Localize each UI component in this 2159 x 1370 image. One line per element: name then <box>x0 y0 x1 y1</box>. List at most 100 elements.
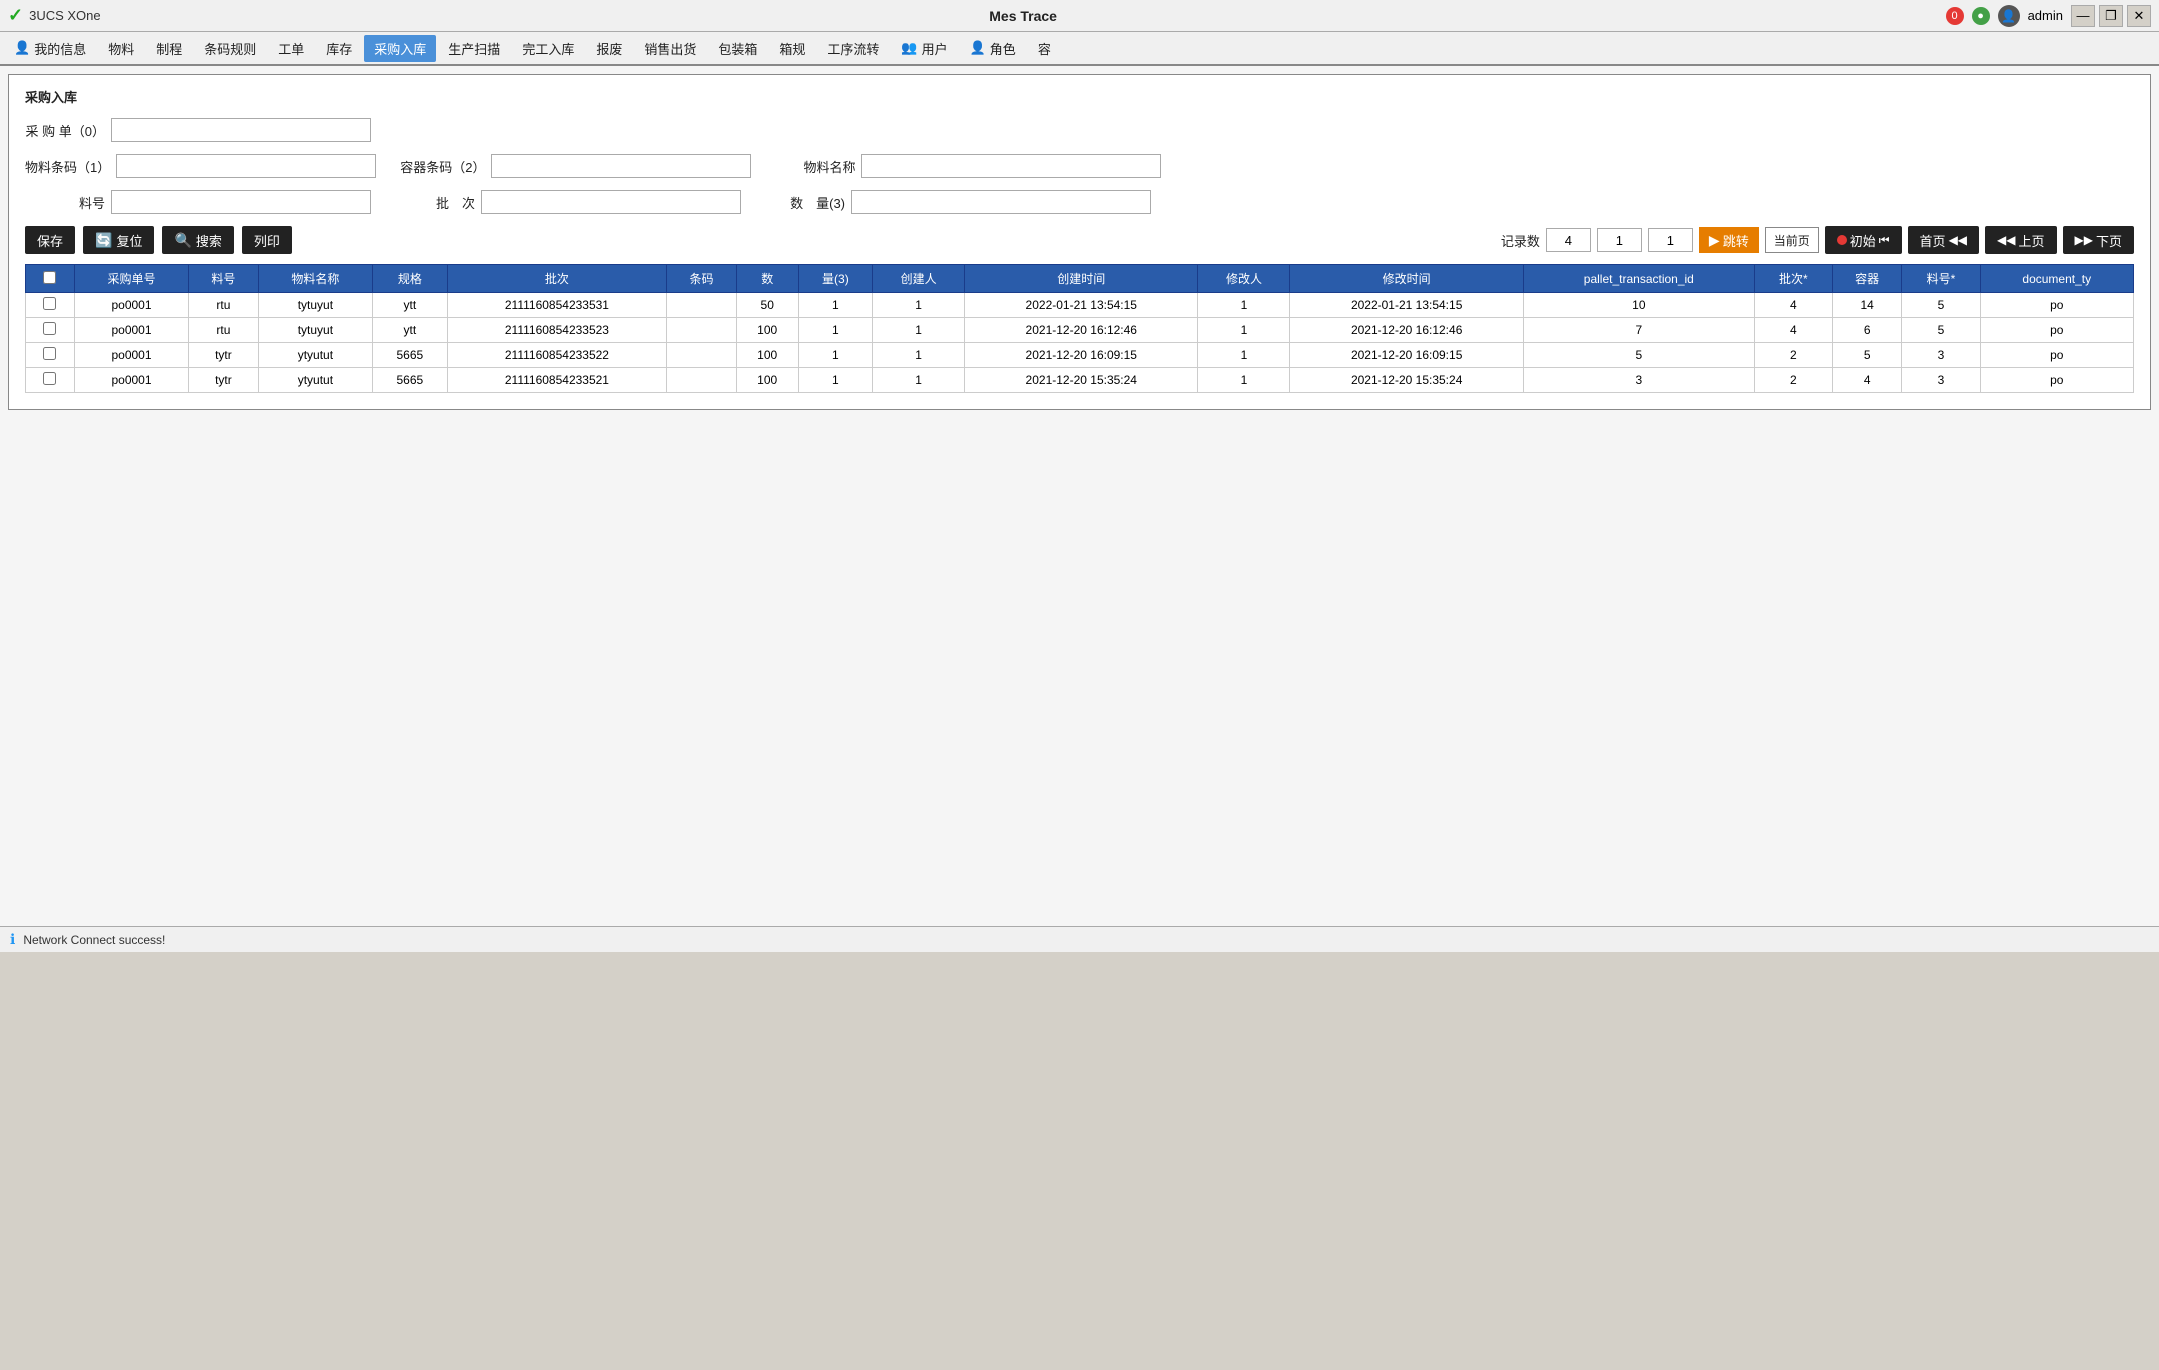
menu-item-user[interactable]: 👥 用户 <box>891 35 957 62</box>
toolbar: 保存 🔄 复位 🔍 搜索 列印 记录数 ▶ 跳转 当前页 <box>25 226 2134 254</box>
menu-item-purchase-in-label: 采购入库 <box>374 39 426 58</box>
titlebar-right: 0 ● 👤 admin — ❐ ✕ <box>1946 5 2151 27</box>
col-material-name: 物料名称 <box>258 265 372 293</box>
cell-qty3: 1 <box>798 368 872 393</box>
material-barcode-label: 物料条码（1） <box>25 157 110 176</box>
jump-button[interactable]: ▶ 跳转 <box>1699 227 1759 253</box>
menu-item-defect[interactable]: 报废 <box>586 35 632 62</box>
col-barcode: 条码 <box>667 265 736 293</box>
row-checkbox-2[interactable] <box>43 347 56 360</box>
notification-badge[interactable]: 0 <box>1946 7 1964 25</box>
prev-page-icon: ◀◀ <box>1997 233 2015 247</box>
window-restore-button[interactable]: ❐ <box>2099 5 2123 27</box>
prev-page-button[interactable]: ◀◀ 上页 <box>1985 226 2056 254</box>
menu-item-sales-out[interactable]: 销售出货 <box>634 35 706 62</box>
po-label: 采 购 单（0） <box>25 121 105 140</box>
cell-container: 5 <box>1832 343 1901 368</box>
menu-item-inventory[interactable]: 库存 <box>316 35 362 62</box>
material-barcode-input[interactable] <box>116 154 376 178</box>
menu-item-box-rules-label: 箱规 <box>779 39 805 58</box>
row-checkbox-0[interactable] <box>43 297 56 310</box>
cell-barcode <box>667 343 736 368</box>
menu-item-package-box-label: 包装箱 <box>718 39 757 58</box>
save-button[interactable]: 保存 <box>25 226 75 254</box>
menu-item-box-rules[interactable]: 箱规 <box>769 35 815 62</box>
cell-material-name: ytyutut <box>258 368 372 393</box>
menu-item-barcode-rules[interactable]: 条码规则 <box>194 35 266 62</box>
cell-modify-time: 2021-12-20 16:09:15 <box>1290 343 1523 368</box>
row-checkbox-1[interactable] <box>43 322 56 335</box>
cell-check[interactable] <box>26 293 75 318</box>
batch-field: 批 次 <box>395 190 741 214</box>
start-button[interactable]: 初始 ⏮ <box>1825 226 1902 254</box>
cell-item-no-star: 3 <box>1902 343 1980 368</box>
window-close-button[interactable]: ✕ <box>2127 5 2151 27</box>
cell-spec: 5665 <box>373 343 447 368</box>
status-icon: ℹ <box>10 931 15 948</box>
menu-item-purchase-in[interactable]: 采购入库 <box>364 35 436 62</box>
first-page-button[interactable]: 首页 ◀◀ <box>1908 226 1979 254</box>
menu-item-process[interactable]: 制程 <box>146 35 192 62</box>
menu-item-package-box[interactable]: 包装箱 <box>708 35 767 62</box>
cell-batch: 2111160854233523 <box>447 318 667 343</box>
menu-item-workorder[interactable]: 工单 <box>268 35 314 62</box>
quantity-input[interactable] <box>851 190 1151 214</box>
cell-check[interactable] <box>26 318 75 343</box>
search-button[interactable]: 🔍 搜索 <box>162 226 233 254</box>
cell-item-no: rtu <box>189 318 258 343</box>
reset-icon: 🔄 <box>95 232 112 249</box>
menu-item-more[interactable]: 容 <box>1028 35 1061 62</box>
myinfo-icon: 👤 <box>14 40 30 56</box>
menu-item-myinfo[interactable]: 👤 我的信息 <box>4 35 96 62</box>
cell-document-type: po <box>1980 343 2133 368</box>
cell-pallet-transaction-id: 5 <box>1523 343 1754 368</box>
menu-item-production-scan[interactable]: 生产扫描 <box>438 35 510 62</box>
container-barcode-input[interactable] <box>491 154 751 178</box>
table-body: po0001 rtu tytuyut ytt 2111160854233531 … <box>26 293 2134 393</box>
current-page-button[interactable]: 当前页 <box>1765 227 1819 253</box>
menu-item-finish-in[interactable]: 完工入库 <box>512 35 584 62</box>
reset-button[interactable]: 🔄 复位 <box>83 226 154 254</box>
cell-qty: 100 <box>736 343 798 368</box>
window-minimize-button[interactable]: — <box>2071 5 2095 27</box>
window-controls: — ❐ ✕ <box>2071 5 2151 27</box>
cell-create-time: 2021-12-20 16:12:46 <box>965 318 1198 343</box>
item-no-input[interactable] <box>111 190 371 214</box>
select-all-checkbox[interactable] <box>43 271 56 284</box>
col-item-no-star: 料号* <box>1902 265 1980 293</box>
batch-input[interactable] <box>481 190 741 214</box>
menu-item-role[interactable]: 👤 角色 <box>960 35 1026 62</box>
table-header-row: 采购单号 料号 物料名称 规格 批次 条码 数 量(3) 创建人 创建时间 修改… <box>26 265 2134 293</box>
cell-qty: 100 <box>736 318 798 343</box>
statusbar: ℹ Network Connect success! <box>0 926 2159 952</box>
record-count-input[interactable] <box>1546 228 1591 252</box>
start-arrow-icon: ⏮ <box>1879 233 1890 248</box>
cell-batch: 2111160854233531 <box>447 293 667 318</box>
cell-modifier: 1 <box>1198 343 1290 368</box>
cell-check[interactable] <box>26 368 75 393</box>
cell-po-no: po0001 <box>74 368 188 393</box>
quantity-label: 数 量(3) <box>765 193 845 212</box>
app-name: 3UCS XOne <box>29 8 101 23</box>
cell-barcode <box>667 318 736 343</box>
col-qty: 数 <box>736 265 798 293</box>
cell-creator: 1 <box>873 368 965 393</box>
cell-check[interactable] <box>26 343 75 368</box>
cell-container: 4 <box>1832 368 1901 393</box>
col-check <box>26 265 75 293</box>
cell-item-no-star: 5 <box>1902 293 1980 318</box>
section-title: 采购入库 <box>25 87 2134 106</box>
menu-item-material[interactable]: 物料 <box>98 35 144 62</box>
row-checkbox-3[interactable] <box>43 372 56 385</box>
page-current-input[interactable] <box>1597 228 1642 252</box>
cell-item-no-star: 5 <box>1902 318 1980 343</box>
purchase-in-section: 采购入库 采 购 单（0） 物料条码（1） 容器条码（2） 物料名称 <box>8 74 2151 410</box>
first-page-icon: ◀◀ <box>1949 233 1967 247</box>
print-button[interactable]: 列印 <box>242 226 292 254</box>
material-name-input[interactable] <box>861 154 1161 178</box>
menu-item-process-flow[interactable]: 工序流转 <box>817 35 889 62</box>
user-avatar: 👤 <box>1998 5 2020 27</box>
po-input[interactable] <box>111 118 371 142</box>
next-page-button[interactable]: ▶▶ 下页 <box>2063 226 2134 254</box>
page-total-input[interactable] <box>1648 228 1693 252</box>
